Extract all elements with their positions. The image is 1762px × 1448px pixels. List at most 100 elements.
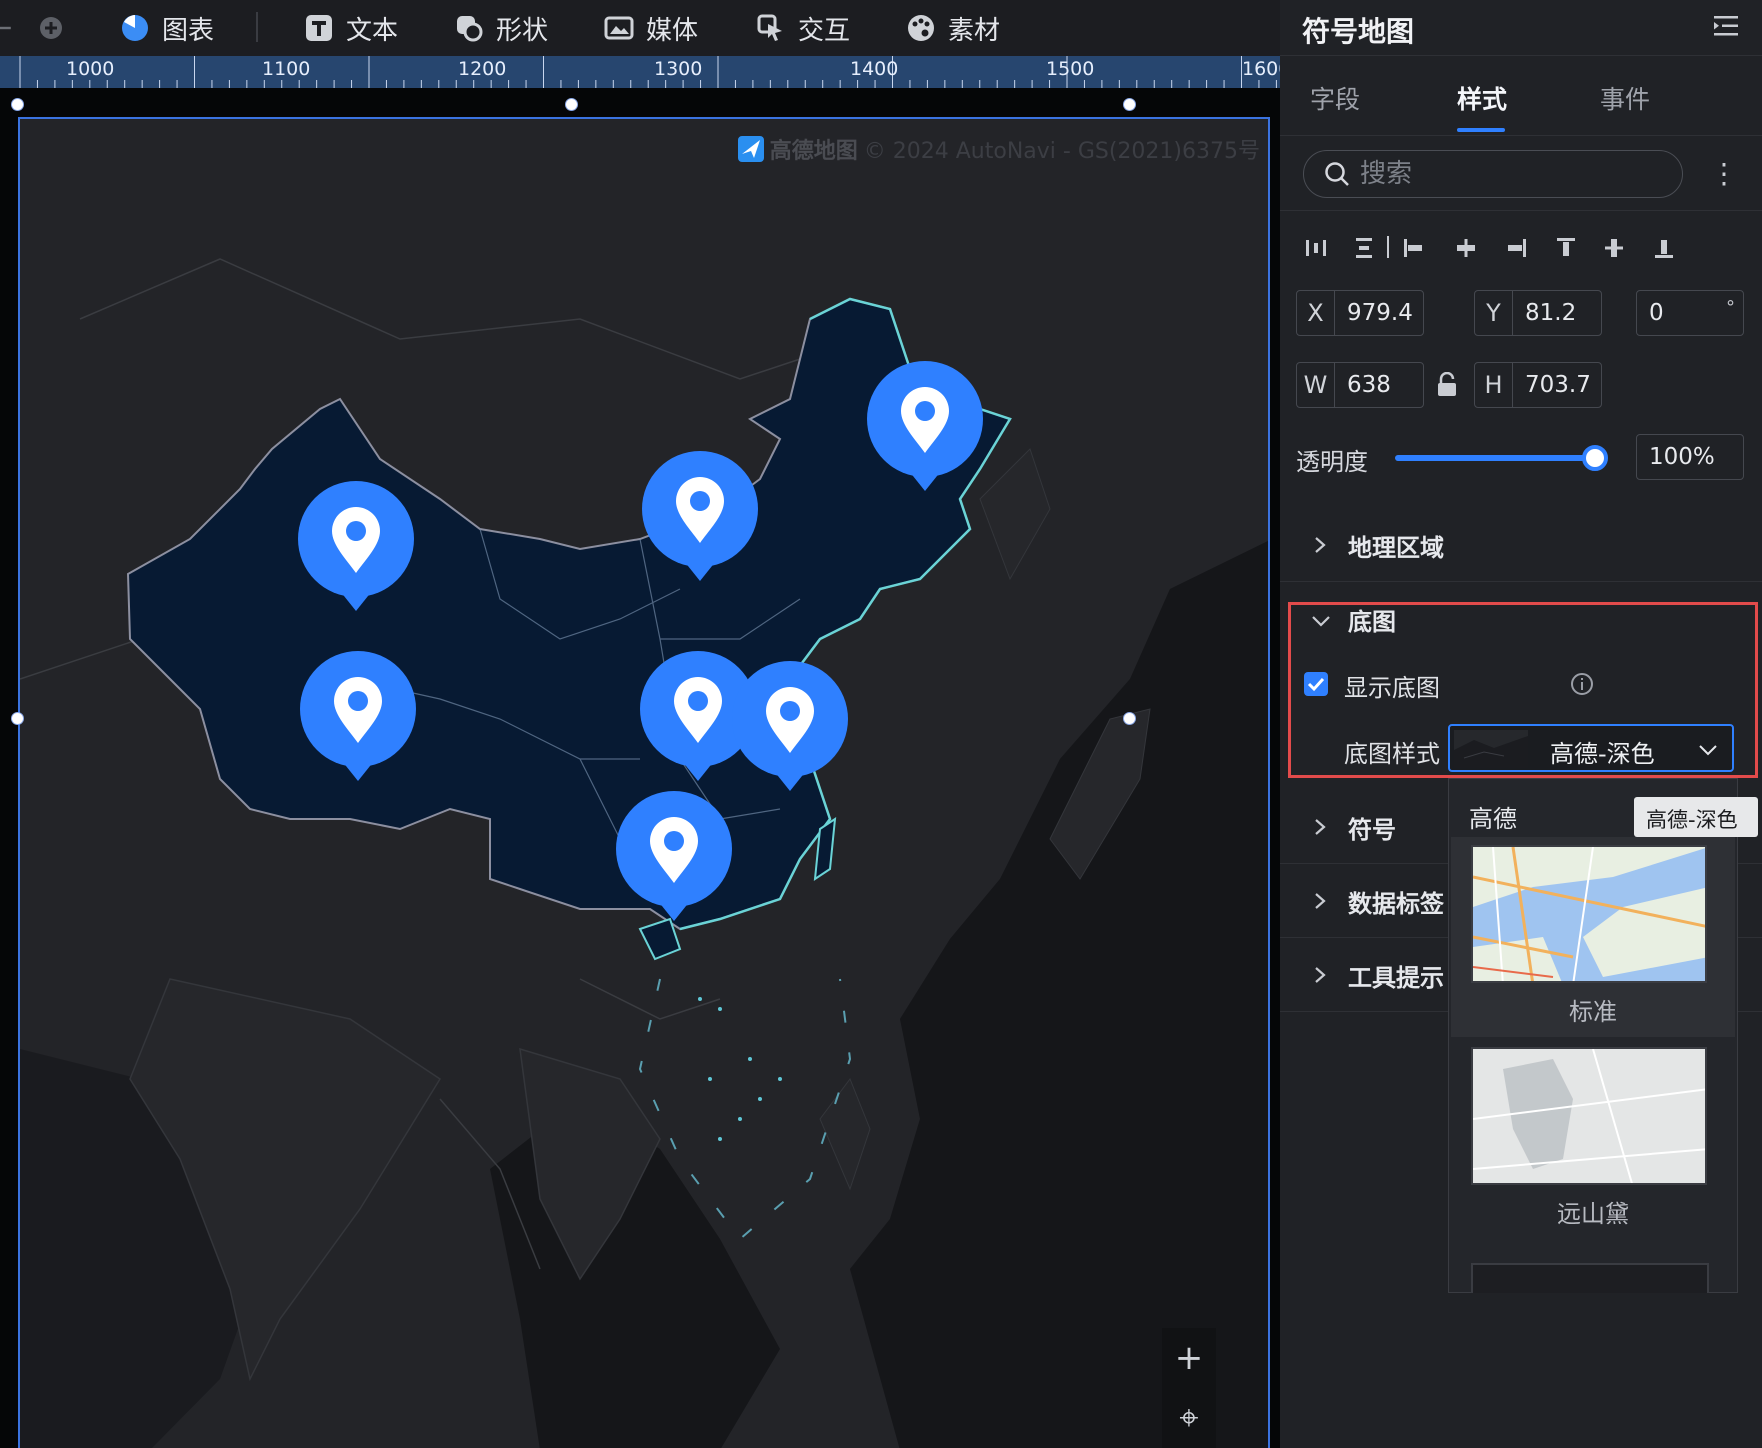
search-box: [1303, 150, 1683, 198]
y-label: Y: [1475, 291, 1513, 335]
toolbar-material-label: 素材: [948, 15, 1001, 46]
basemap-style-label: 底图样式: [1344, 740, 1440, 768]
y-value[interactable]: 81.2: [1513, 300, 1576, 326]
chevron-right-icon: [1315, 967, 1326, 983]
show-basemap-checkbox[interactable]: [1304, 672, 1328, 696]
interaction-icon: [757, 14, 782, 41]
opacity-slider-track[interactable]: [1395, 455, 1595, 461]
section-basemap-title[interactable]: 底图: [1348, 602, 1396, 637]
info-icon[interactable]: [1570, 672, 1594, 696]
rotation-value[interactable]: 0: [1637, 300, 1664, 326]
toolbar-media-label: 媒体: [646, 15, 699, 46]
align-right-icon[interactable]: [1502, 234, 1530, 262]
basemap-style-select[interactable]: 高德-深色: [1448, 724, 1734, 772]
basemap-style-thumbnail: [1454, 730, 1528, 768]
chevron-down-icon[interactable]: [1310, 610, 1332, 632]
horizontal-ruler: 1000 1100 1200 1300 1400 1500 1600: [0, 56, 1280, 88]
toolbar-add-button[interactable]: [0, 10, 18, 46]
tab-events[interactable]: 事件: [1600, 80, 1650, 116]
align-center-horizontal-icon[interactable]: [1452, 234, 1480, 262]
w-label: W: [1297, 363, 1335, 407]
width-field[interactable]: W 638: [1296, 362, 1424, 408]
text-icon: [306, 15, 332, 41]
rotation-field[interactable]: 0 °: [1636, 290, 1744, 336]
basemap-style-value: 高德-深色: [1550, 740, 1655, 768]
search-input[interactable]: [1360, 159, 1660, 189]
toolbar-interaction-button[interactable]: 交互: [756, 10, 850, 46]
x-value[interactable]: 979.4: [1335, 300, 1413, 326]
editor-canvas: 高德地图 © 2024 AutoNavi - GS(2021)6375号 + ⌖: [0, 88, 1280, 1448]
chevron-down-icon: [1699, 745, 1717, 756]
basemap-option-thumbnail: [1471, 845, 1707, 983]
y-field[interactable]: Y 81.2: [1474, 290, 1602, 336]
resize-handle-top-right[interactable]: [1123, 98, 1136, 111]
dropdown-tooltip: 高德-深色: [1634, 797, 1758, 837]
opacity-slider-thumb[interactable]: [1582, 445, 1608, 471]
toolbar-interaction-label: 交互: [798, 15, 851, 46]
align-divider: [1280, 210, 1762, 211]
basemap-option-thumbnail: [1471, 1047, 1707, 1185]
pie-chart-icon: [122, 15, 148, 41]
section-tooltip-title: 工具提示: [1348, 964, 1444, 992]
collapse-menu-icon[interactable]: [1712, 12, 1740, 40]
distribute-vertical-icon[interactable]: [1350, 234, 1378, 262]
resize-handle-top-left[interactable]: [11, 98, 24, 111]
opacity-input[interactable]: 100%: [1636, 434, 1744, 480]
ruler-label: 1500: [1046, 58, 1095, 80]
toolbar-plus-button[interactable]: [36, 10, 66, 46]
rotation-unit: °: [1726, 297, 1735, 318]
align-left-icon[interactable]: [1400, 234, 1428, 262]
media-icon: [604, 16, 634, 40]
top-toolbar: 图表 文本 形状 媒体 交互 素材: [0, 0, 1280, 56]
more-options-button[interactable]: ⋮: [1710, 156, 1738, 192]
ruler-label: 1100: [262, 58, 311, 80]
basemap-option-partial[interactable]: [1471, 1263, 1709, 1293]
height-field[interactable]: H 703.7: [1474, 362, 1602, 408]
tab-fields[interactable]: 字段: [1310, 80, 1360, 116]
tab-style[interactable]: 样式: [1457, 80, 1507, 116]
section-symbol-title: 符号: [1348, 816, 1396, 844]
dropdown-group-label: 高德: [1469, 805, 1517, 833]
distribute-horizontal-icon[interactable]: [1302, 234, 1330, 262]
amap-logo-icon: [737, 136, 764, 162]
basemap-option-label: 标准: [1569, 998, 1617, 1026]
resize-handle-top[interactable]: [565, 98, 578, 111]
align-top-icon[interactable]: [1552, 234, 1580, 262]
chevron-right-icon: [1315, 819, 1326, 835]
toolbar-media-button[interactable]: 媒体: [604, 10, 698, 46]
amap-logo-text: 高德地图: [769, 139, 858, 164]
zoom-in-button[interactable]: +: [1175, 1341, 1204, 1375]
ruler-label: 1300: [654, 58, 703, 80]
ruler-label: 1200: [458, 58, 507, 80]
map-copyright: © 2024 AutoNavi - GS(2021)6375号: [863, 139, 1260, 164]
locate-button[interactable]: ⌖: [1179, 1401, 1198, 1435]
h-label: H: [1475, 363, 1513, 407]
plus-circle-icon: [0, 26, 11, 30]
section-geo-region[interactable]: 地理区域: [1280, 508, 1762, 582]
ruler-label: 1000: [66, 58, 115, 80]
toolbar-text-label: 文本: [346, 15, 399, 46]
active-tab-indicator: [1457, 128, 1505, 132]
toolbar-text-button[interactable]: 文本: [304, 10, 398, 46]
lock-icon[interactable]: [1436, 372, 1458, 398]
shape-icon: [457, 16, 483, 42]
symbol-map-widget[interactable]: 高德地图 © 2024 AutoNavi - GS(2021)6375号 + ⌖: [18, 117, 1270, 1448]
toolbar-material-button[interactable]: 素材: [906, 10, 1000, 46]
toolbar-chart-label: 图表: [162, 15, 215, 46]
chevron-right-icon: [1315, 537, 1326, 553]
align-middle-vertical-icon[interactable]: [1600, 234, 1628, 262]
w-value[interactable]: 638: [1335, 372, 1391, 398]
resize-handle-right[interactable]: [1123, 712, 1136, 725]
x-field[interactable]: X 979.4: [1296, 290, 1424, 336]
basemap-option-standard[interactable]: 标准: [1451, 837, 1735, 1037]
resize-handle-left[interactable]: [11, 712, 24, 725]
h-value[interactable]: 703.7: [1513, 372, 1591, 398]
toolbar-shape-button[interactable]: 形状: [454, 10, 548, 46]
align-bottom-icon[interactable]: [1650, 234, 1678, 262]
toolbar-chart-button[interactable]: 图表: [120, 10, 214, 46]
map-basemap[interactable]: [20, 119, 1270, 1448]
ruler-label: 1400: [850, 58, 899, 80]
basemap-option-yuanshandai[interactable]: 远山黛: [1451, 1039, 1735, 1239]
checkmark-icon: [1307, 677, 1325, 692]
toolbar-divider: [256, 12, 258, 42]
